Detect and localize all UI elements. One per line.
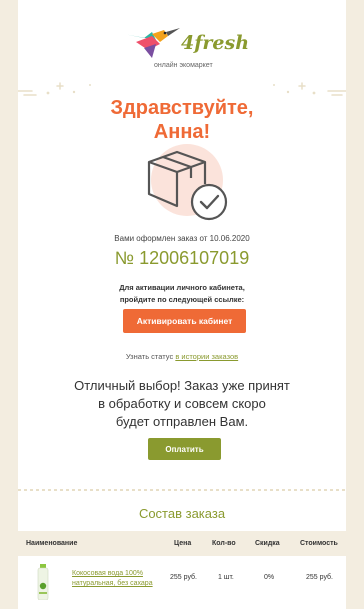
col-discount: Скидка xyxy=(255,540,280,547)
activate-account-button[interactable]: Активировать кабинет xyxy=(123,309,246,333)
product-name-link[interactable]: Кокосовая вода 100% натуральная, без сах… xyxy=(72,569,172,589)
hummingbird-logo-icon xyxy=(124,28,180,58)
order-date-text: Вами оформлен заказ от 10.06.2020 xyxy=(114,234,250,243)
product-discount: 0% xyxy=(264,574,275,581)
message-line2: в обработку и совсем скоро xyxy=(98,396,266,411)
col-qty: Кол-во xyxy=(212,540,236,547)
confirmation-message: Отличный выбор! Заказ уже принят в обраб… xyxy=(58,377,306,431)
table-row: Кокосовая вода 100% натуральная, без сах… xyxy=(18,560,346,600)
brand-logo[interactable]: 4fresh онлайн экомаркет xyxy=(18,22,346,74)
product-name-line2: натуральная, без сахара xyxy=(72,580,153,587)
order-history-link[interactable]: в истории заказов xyxy=(175,352,238,361)
activation-instructions: Для активации личного кабинета, пройдите… xyxy=(18,282,346,306)
product-total: 255 руб. xyxy=(306,574,333,581)
product-name-line1: Кокосовая вода 100% xyxy=(72,570,143,577)
section-divider xyxy=(18,489,346,491)
status-prefix: Узнать статус xyxy=(125,352,174,361)
order-table-header: Наименование Цена Кол-во Скидка Стоимост… xyxy=(18,531,346,556)
brand-tagline: онлайн экомаркет xyxy=(154,62,213,69)
col-name: Наименование xyxy=(26,540,78,547)
greeting-heading: Здравствуйте, Анна! xyxy=(18,96,346,144)
pay-button[interactable]: Оплатить xyxy=(148,438,221,460)
greeting-line1: Здравствуйте, xyxy=(110,97,254,119)
product-bottle-image[interactable] xyxy=(36,564,50,600)
email-card: 4fresh онлайн экомаркет Здравствуйте, Ан… xyxy=(18,0,346,609)
message-line1: Отличный выбор! Заказ уже принят xyxy=(74,378,290,393)
activation-line1: Для активации личного кабинета, xyxy=(119,283,245,292)
greeting-line2: Анна! xyxy=(153,121,211,143)
order-contents-title: Состав заказа xyxy=(138,506,226,521)
product-qty: 1 шт. xyxy=(218,574,234,581)
message-line3: будет отправлен Вам. xyxy=(115,414,249,429)
order-status-text: Узнать статус в истории заказов xyxy=(18,352,346,361)
col-total: Стоимость xyxy=(300,540,338,547)
box-check-icon xyxy=(147,144,228,221)
order-number: № 12006107019 xyxy=(114,248,250,268)
brand-name: 4fresh xyxy=(181,32,250,54)
activation-line2: пройдите по следующей ссылке: xyxy=(119,295,245,304)
product-price: 255 руб. xyxy=(170,574,197,581)
decorative-sparkles xyxy=(18,82,346,96)
col-price: Цена xyxy=(174,540,192,547)
